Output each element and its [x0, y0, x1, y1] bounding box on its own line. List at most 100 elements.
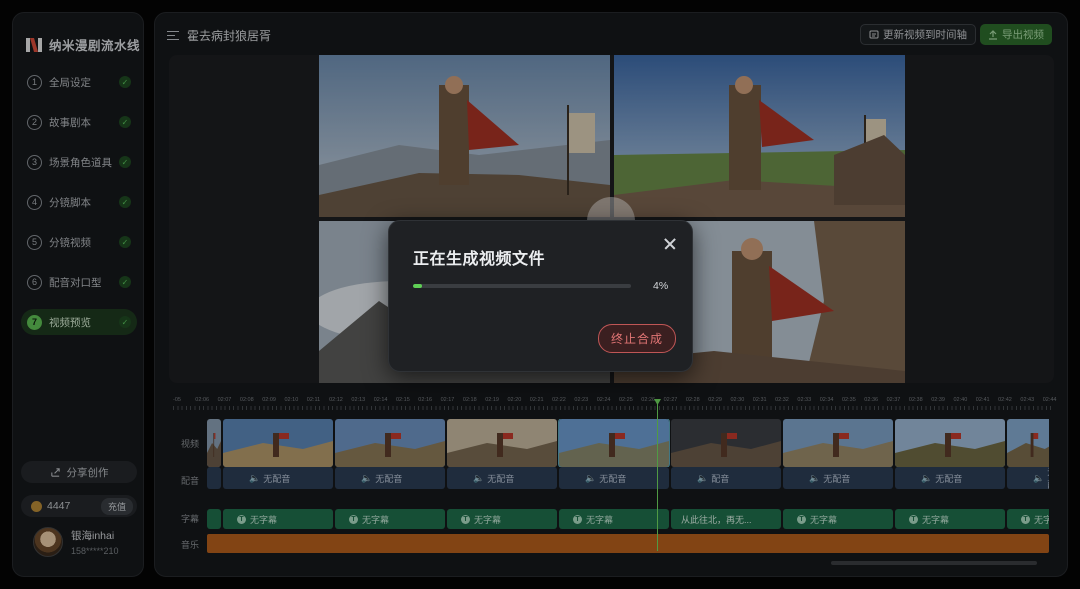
- app-title: 纳米漫剧流水线: [49, 39, 141, 53]
- subtitle-track[interactable]: T 无字幕 T 无字幕 T 无字幕 T 无字幕 从此往北，再无... T 无字幕 T 无字幕 T 无字: [207, 509, 1049, 529]
- timeline-tick-label: 02:26: [641, 397, 656, 403]
- timeline-scrollbar[interactable]: [831, 561, 1037, 565]
- export-label: 导出视频: [1002, 29, 1044, 41]
- subtitle-clip[interactable]: T 无字幕: [559, 509, 669, 529]
- step-item-7[interactable]: 7 视频预览 ✓: [21, 309, 137, 335]
- step-label: 分镜视频: [49, 236, 91, 249]
- video-clip[interactable]: [447, 419, 557, 467]
- audio-clip-label: 无配音: [263, 473, 291, 484]
- upload-icon: [989, 29, 997, 40]
- subtitle-clip[interactable]: T 无字幕: [223, 509, 333, 529]
- timeline-tick-label: 02:44: [1042, 397, 1057, 403]
- timeline-tick-label: 02:14: [373, 397, 388, 403]
- timeline-tick-label: 02:35: [842, 397, 856, 403]
- video-clip[interactable]: [223, 419, 333, 467]
- audio-clip-label: 无配音: [823, 473, 851, 484]
- track-label-subtitle: 字幕: [181, 514, 200, 524]
- timeline-tick-label: 02:27: [663, 397, 678, 403]
- check-icon: ✓: [119, 196, 131, 208]
- timeline-tick-label: 02:17: [440, 397, 455, 403]
- subtitle-clip[interactable]: 从此往北，再无...: [671, 509, 781, 529]
- audio-clip[interactable]: 🔈无配: [1007, 467, 1049, 489]
- audio-clip-label: 无配音: [487, 473, 515, 484]
- subtitle-clip[interactable]: T 无字幕: [335, 509, 445, 529]
- video-track[interactable]: [207, 419, 1049, 467]
- timeline-tick-label: 02:12: [329, 397, 343, 403]
- track-label-audio: 配音: [181, 476, 200, 486]
- step-item-6[interactable]: 6 配音对口型 ✓: [21, 269, 137, 295]
- text-icon: T: [573, 514, 582, 524]
- check-icon: ✓: [119, 116, 131, 128]
- subtitle-clip-label: 从此往北，再无...: [681, 514, 752, 525]
- speaker-icon: 🔈: [1033, 472, 1045, 483]
- user-profile[interactable]: 银海inhai 158*****210: [33, 527, 119, 557]
- audio-clip[interactable]: [207, 467, 221, 489]
- progress-percent: 4%: [653, 280, 669, 292]
- subtitle-clip-label: 无字幕: [922, 514, 950, 525]
- subtitle-clip[interactable]: T 无字: [1007, 509, 1049, 529]
- recharge-button[interactable]: 充值: [100, 497, 133, 515]
- subtitle-clip-label: 无字幕: [810, 514, 838, 525]
- text-icon: T: [797, 514, 806, 524]
- audio-clip[interactable]: 🔈 无配音: [783, 467, 893, 489]
- video-clip[interactable]: [671, 419, 781, 467]
- timeline-tick-label: 02:42: [998, 397, 1012, 403]
- menu-icon[interactable]: [167, 30, 179, 41]
- share-button[interactable]: 分享创作: [21, 461, 137, 483]
- audio-clip[interactable]: 🔈 无配音: [895, 467, 1005, 489]
- render-progress-dialog: 正在生成视频文件 4% 终止合成: [388, 220, 693, 372]
- audio-clip[interactable]: 🔈 无配音: [223, 467, 333, 489]
- music-track[interactable]: [207, 534, 1049, 553]
- timeline-tick-label: 02:22: [552, 397, 566, 403]
- video-clip[interactable]: [895, 419, 1005, 467]
- audio-clip[interactable]: 🔈 无配音: [335, 467, 445, 489]
- video-clip[interactable]: [207, 419, 221, 467]
- progress-fill: [413, 284, 422, 288]
- step-item-5[interactable]: 5 分镜视频 ✓: [21, 229, 137, 255]
- timeline-tick-label: 02:18: [462, 397, 477, 403]
- timeline-tick-label: 02:37: [886, 397, 901, 403]
- timeline-tick-label: 02:09: [262, 397, 276, 403]
- timeline-ruler[interactable]: -05 02:06 02:07 02:08 02:09 02:10 02:11 02:12 02…: [173, 397, 1056, 411]
- step-label: 故事剧本: [49, 116, 91, 129]
- track-label-music: 音乐: [181, 540, 200, 550]
- step-number: 5: [27, 234, 42, 250]
- audio-clip[interactable]: 🔈 无配音: [447, 467, 557, 489]
- step-list: 1 全局设定 ✓ 2 故事剧本 ✓ 3 场景角色道具 ✓ 4 分镜脚本 ✓ 5 分镜视频 ✓ 6 配音对口型 ✓ 7…: [21, 69, 137, 349]
- subtitle-clip[interactable]: T 无字幕: [783, 509, 893, 529]
- step-item-4[interactable]: 4 分镜脚本 ✓: [21, 189, 137, 215]
- video-clip[interactable]: [1007, 419, 1049, 467]
- step-item-2[interactable]: 2 故事剧本 ✓: [21, 109, 137, 135]
- step-label: 配音对口型: [49, 276, 102, 289]
- subtitle-clip-label: 无字幕: [474, 514, 502, 525]
- user-name: 银海inhai: [71, 530, 115, 542]
- credits-bar: 4447 充值: [21, 495, 137, 517]
- credits-value: 4447: [47, 500, 71, 512]
- subtitle-clip[interactable]: T 无字幕: [895, 509, 1005, 529]
- check-icon: ✓: [119, 76, 131, 88]
- stop-render-button[interactable]: 终止合成: [598, 324, 676, 353]
- coin-icon: [31, 500, 42, 512]
- export-video-button[interactable]: 导出视频: [980, 24, 1052, 45]
- video-clip[interactable]: [335, 419, 445, 467]
- update-timeline-button[interactable]: 更新视频到时间轴: [860, 24, 976, 45]
- video-clip[interactable]: [558, 419, 670, 467]
- step-item-1[interactable]: 1 全局设定 ✓: [21, 69, 137, 95]
- subtitle-clip[interactable]: [207, 509, 221, 529]
- video-clip[interactable]: [783, 419, 893, 467]
- audio-clip-label: 无配音: [935, 473, 963, 484]
- timeline-tick-label: 02:10: [284, 397, 299, 403]
- share-label: 分享创作: [66, 466, 109, 479]
- timeline-tick-label: 02:32: [775, 397, 789, 403]
- close-icon[interactable]: [659, 233, 681, 255]
- audio-track[interactable]: 🔈无配音🔈无配音🔈无配音🔈无配音🔈配音🔈无配音🔈无配音🔈无配: [207, 467, 1049, 489]
- timeline-tick-label: 02:07: [217, 397, 232, 403]
- audio-clip[interactable]: 🔈 配音: [671, 467, 781, 489]
- playhead[interactable]: [657, 399, 658, 551]
- check-icon: ✓: [119, 316, 131, 328]
- timeline-tick-label: 02:33: [797, 397, 812, 403]
- step-number: 1: [27, 74, 42, 90]
- subtitle-clip[interactable]: T 无字幕: [447, 509, 557, 529]
- step-item-3[interactable]: 3 场景角色道具 ✓: [21, 149, 137, 175]
- audio-clip[interactable]: 🔈 无配音: [559, 467, 669, 489]
